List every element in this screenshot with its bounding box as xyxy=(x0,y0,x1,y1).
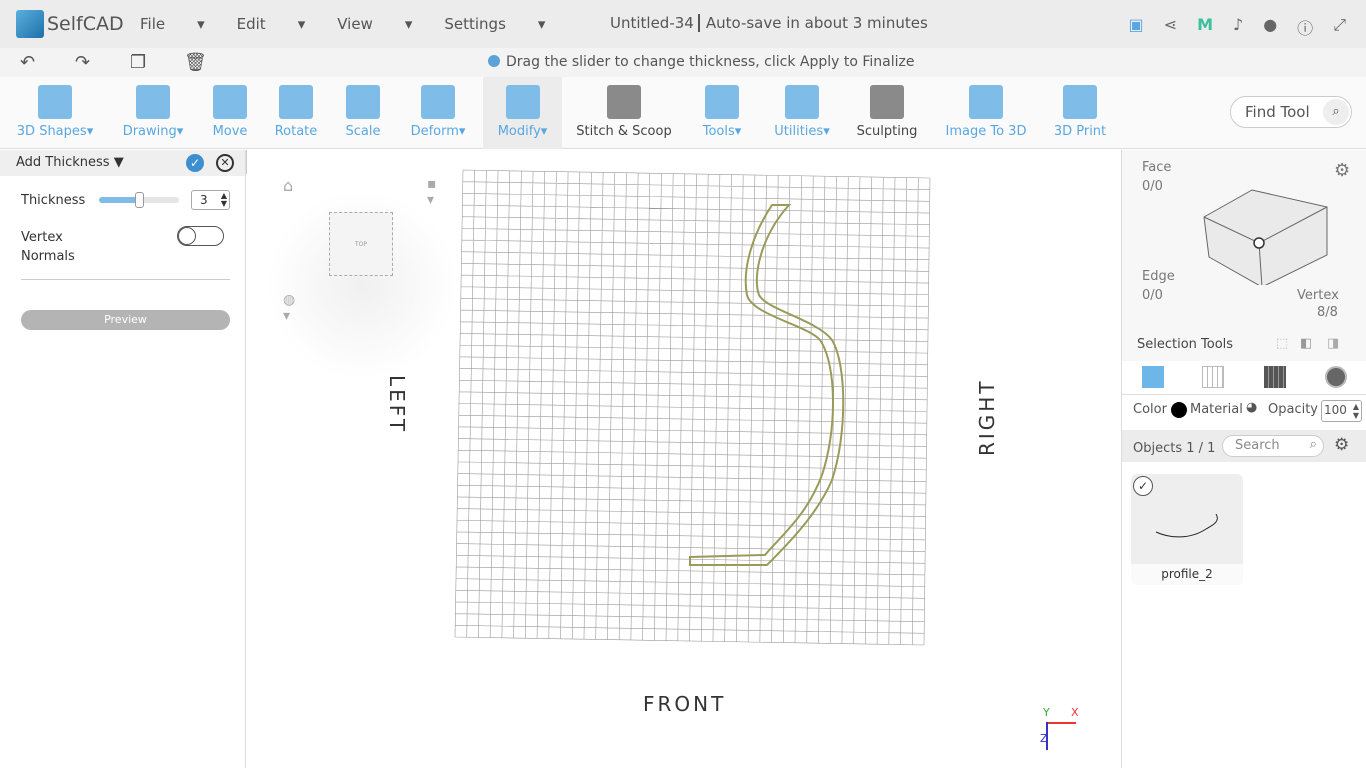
close-icon[interactable]: ✕ xyxy=(216,154,234,172)
tool-tools[interactable]: Tools▾ xyxy=(697,77,747,149)
color-label: Color xyxy=(1133,402,1167,417)
tool-3d-print[interactable]: 3D Print xyxy=(1050,77,1110,149)
delete-icon[interactable]: 🗑 xyxy=(184,52,207,73)
apply-icon[interactable]: ✓ xyxy=(186,154,204,172)
vertex-normals-label: Vertex Normals xyxy=(21,230,75,264)
thickness-stepper[interactable]: 3 ▲ ▼ xyxy=(191,190,230,210)
autosave-status: Auto-save in about 3 minutes xyxy=(697,14,928,32)
tool-drawing[interactable]: Drawing▾ xyxy=(118,77,188,149)
edge-label[interactable]: Edge xyxy=(1142,269,1175,284)
tool-3d-shapes[interactable]: 3D Shapes▾ xyxy=(15,77,95,149)
bell-icon[interactable]: ♪ xyxy=(1233,15,1243,39)
drawing-icon xyxy=(136,85,170,119)
material-label: Material xyxy=(1190,402,1243,417)
label-front: FRONT xyxy=(643,692,727,716)
selfcad-logo-icon xyxy=(16,10,44,38)
copy-icon[interactable]: ❐ xyxy=(130,52,146,73)
grid-plane xyxy=(454,169,931,646)
share-icon[interactable]: ⋖ xyxy=(1164,15,1177,39)
tool-scale[interactable]: Scale xyxy=(343,77,383,149)
sculpting-icon xyxy=(870,85,904,119)
face-mode-icon[interactable] xyxy=(1202,366,1224,388)
tool-move[interactable]: Move xyxy=(210,77,250,149)
grid-lines xyxy=(454,169,931,646)
3d-shapes-icon xyxy=(38,85,72,119)
right-panel: Face 0/0 Edge 0/0 Vertex 8/8 ⚙ Selection… xyxy=(1121,150,1366,768)
select-box-icon[interactable]: ⬚ xyxy=(1276,336,1288,351)
top-bar: SelfCAD File ▾ Edit ▾ View ▾ Settings ▾ Unti… xyxy=(0,0,1366,48)
objects-settings-icon[interactable]: ⚙ xyxy=(1334,435,1349,455)
modify-icon xyxy=(505,85,540,119)
tool-stitch-scoop[interactable]: Stitch & Scoop xyxy=(574,77,674,149)
object-search-input[interactable]: Search ⌕ xyxy=(1222,435,1324,457)
object-card[interactable]: ✓ profile_2 xyxy=(1131,474,1243,585)
info-icon[interactable]: ⓘ xyxy=(1297,15,1313,39)
object-mode-icon[interactable] xyxy=(1142,366,1164,388)
find-tool-input[interactable]: Find Tool ⌕ xyxy=(1230,96,1352,128)
vertex-label[interactable]: Vertex xyxy=(1297,288,1339,303)
selection-tools-label: Selection Tools xyxy=(1137,337,1234,352)
tool-modify[interactable]: Modify▾ xyxy=(483,77,562,149)
myminifactory-icon[interactable]: M xyxy=(1197,15,1213,39)
vertex-mode-icon[interactable] xyxy=(1325,366,1347,388)
select-all-icon[interactable]: ◨ xyxy=(1327,336,1339,351)
edge-count: 0/0 xyxy=(1142,288,1163,303)
menu-view[interactable]: View ▾ xyxy=(337,15,412,33)
preview-button[interactable]: Preview xyxy=(21,310,230,330)
thickness-label: Thickness xyxy=(21,193,86,208)
tool-image-to-3d[interactable]: Image To 3D xyxy=(943,77,1029,149)
menu-edit[interactable]: Edit ▾ xyxy=(237,15,306,33)
edge-mode-icon[interactable] xyxy=(1264,366,1286,388)
thickness-slider[interactable] xyxy=(99,192,179,208)
undo-icon[interactable]: ↶ xyxy=(20,52,35,73)
opacity-stepper[interactable]: 100 ▲ ▼ xyxy=(1321,400,1362,422)
image-to-3d-icon xyxy=(969,85,1003,119)
rotate-icon xyxy=(279,85,313,119)
hint-text: Drag the slider to change thickness, cli… xyxy=(488,54,915,70)
search-icon[interactable]: ⌕ xyxy=(1323,99,1349,125)
info-icon xyxy=(488,55,500,67)
opacity-label: Opacity xyxy=(1268,402,1319,417)
viewport[interactable]: ⌂ ▪ ▾ ◍ ▾ TOP LEFT RIGHT FRONT Y X Z xyxy=(247,150,1121,768)
fullscreen-icon[interactable]: ⤢ xyxy=(1333,15,1346,39)
utilities-icon xyxy=(785,85,819,119)
search-icon: ⌕ xyxy=(1309,437,1317,452)
label-left: LEFT xyxy=(385,375,409,435)
3d-print-icon xyxy=(1063,85,1097,119)
panel-title: Add Thickness xyxy=(16,155,110,170)
tools-icon xyxy=(705,85,739,119)
axis-gizmo: Y X Z xyxy=(1040,706,1083,755)
objects-count: Objects 1 / 1 xyxy=(1133,441,1216,456)
tool-rotate[interactable]: Rotate xyxy=(272,77,320,149)
tool-deform[interactable]: Deform▾ xyxy=(407,77,469,149)
user-icon[interactable]: ● xyxy=(1263,15,1277,39)
save-icon[interactable]: ▣ xyxy=(1129,15,1144,39)
selection-cube-diagram[interactable] xyxy=(1197,175,1337,285)
face-label[interactable]: Face xyxy=(1142,160,1171,175)
menu-file[interactable]: File ▾ xyxy=(140,15,205,33)
redo-icon[interactable]: ↷ xyxy=(75,52,90,73)
object-name: profile_2 xyxy=(1131,564,1243,585)
vertex-normals-toggle[interactable] xyxy=(177,226,224,246)
toolbar: 3D Shapes▾ Drawing▾ Move Rotate Scale Deform▾… xyxy=(0,77,1366,149)
tool-utilities[interactable]: Utilities▾ xyxy=(771,77,833,149)
object-thumbnail xyxy=(1155,513,1218,538)
vertex-count: 8/8 xyxy=(1317,305,1338,320)
face-count: 0/0 xyxy=(1142,179,1163,194)
color-swatch[interactable] xyxy=(1171,402,1187,418)
menu-settings[interactable]: Settings ▾ xyxy=(444,15,545,33)
logo[interactable]: SelfCAD xyxy=(16,10,140,38)
material-icon[interactable]: ◕ xyxy=(1246,400,1257,415)
doc-title[interactable]: Untitled-34 xyxy=(610,14,694,32)
add-thickness-panel: Add Thickness ▼ ✓ ✕ Thickness 3 ▲ ▼ Vertex… xyxy=(0,150,246,768)
stitch-scoop-icon xyxy=(607,85,641,119)
label-right: RIGHT xyxy=(975,378,999,456)
move-icon xyxy=(213,85,247,119)
tool-sculpting[interactable]: Sculpting xyxy=(855,77,919,149)
deform-icon xyxy=(421,85,455,119)
scale-icon xyxy=(346,85,380,119)
select-part-icon[interactable]: ◧ xyxy=(1300,336,1312,351)
